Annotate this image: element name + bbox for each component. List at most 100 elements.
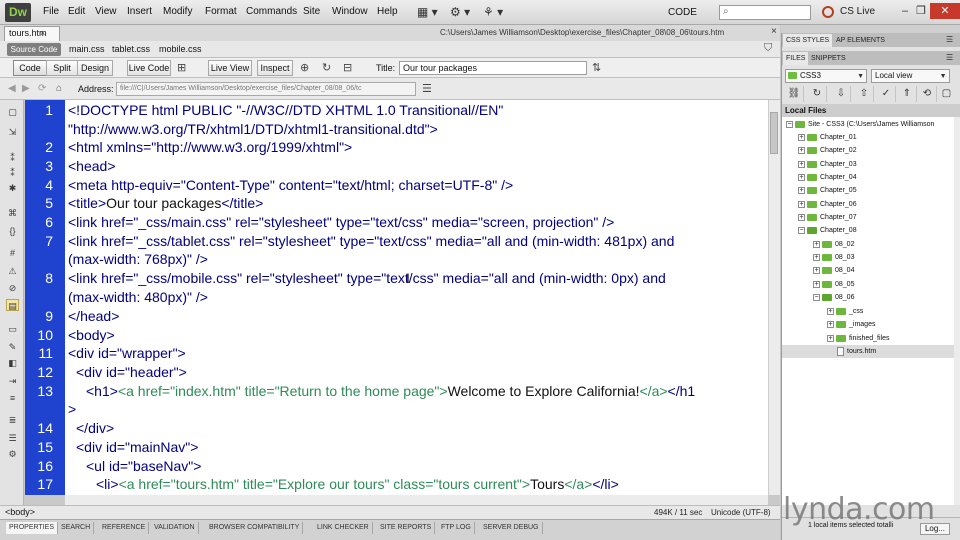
menu-file[interactable]: File bbox=[43, 6, 59, 17]
tree-toggle[interactable]: + bbox=[798, 133, 805, 141]
check-compatibility-icon[interactable]: ⊞ bbox=[177, 61, 186, 74]
vertical-scrollbar[interactable] bbox=[768, 100, 780, 495]
check-in-icon[interactable]: ⇑ bbox=[898, 86, 917, 102]
code-view-button[interactable]: Code bbox=[13, 60, 47, 76]
tree-toggle[interactable]: − bbox=[798, 226, 805, 234]
home-icon[interactable]: ⌂ bbox=[56, 83, 62, 94]
inspect-button[interactable]: Inspect bbox=[257, 60, 293, 76]
document-tab[interactable]: tours.htm bbox=[4, 26, 60, 41]
tree-item[interactable]: − Chapter_08 bbox=[798, 224, 857, 237]
back-icon[interactable]: ◀ bbox=[8, 83, 16, 94]
refresh-icon[interactable]: ↻ bbox=[808, 86, 827, 102]
check-out-icon[interactable]: ✓ bbox=[877, 86, 896, 102]
menu-view[interactable]: View bbox=[95, 6, 117, 17]
layout-icon[interactable]: ▦ ▾ bbox=[417, 5, 438, 20]
tree-toggle[interactable]: + bbox=[827, 334, 834, 342]
tree-toggle[interactable]: − bbox=[786, 120, 793, 128]
tree-toggle[interactable]: + bbox=[813, 253, 820, 261]
related-file-tablet-css[interactable]: tablet.css bbox=[112, 44, 150, 54]
browser-options-icon[interactable]: ☰ bbox=[422, 82, 432, 95]
tab-ftp-log[interactable]: FTP LOG bbox=[438, 522, 475, 534]
tab-site-reports[interactable]: SITE REPORTS bbox=[377, 522, 436, 534]
tree-item[interactable]: +08_02 bbox=[813, 238, 854, 251]
extend-icon[interactable]: ⚘ ▾ bbox=[483, 5, 503, 20]
tree-item[interactable]: +08_03 bbox=[813, 251, 854, 264]
forward-icon[interactable]: ▶ bbox=[22, 83, 30, 94]
tree-item[interactable]: + Chapter_07 bbox=[798, 211, 857, 224]
live-view-button[interactable]: Live View bbox=[208, 60, 252, 76]
page-title-input[interactable]: Our tour packages bbox=[399, 61, 587, 75]
tree-toggle[interactable]: + bbox=[798, 173, 805, 181]
related-file-main-css[interactable]: main.css bbox=[69, 44, 105, 54]
menu-window[interactable]: Window bbox=[332, 6, 368, 17]
refresh-icon[interactable]: ↻ bbox=[322, 61, 331, 74]
tree-toggle[interactable]: + bbox=[798, 160, 805, 168]
tree-toggle[interactable]: + bbox=[813, 280, 820, 288]
tree-toggle[interactable]: + bbox=[798, 200, 805, 208]
tree-item[interactable]: +08_04 bbox=[813, 264, 854, 277]
preview-in-browser-icon[interactable]: ⊕ bbox=[300, 61, 309, 74]
tree-item[interactable]: + Chapter_05 bbox=[798, 184, 857, 197]
tab-css-styles[interactable]: CSS STYLES bbox=[783, 34, 833, 47]
menu-format[interactable]: Format bbox=[205, 6, 237, 17]
tree-toggle[interactable]: + bbox=[827, 320, 834, 328]
tag-selector[interactable]: <body> bbox=[5, 507, 35, 517]
menu-modify[interactable]: Modify bbox=[163, 6, 192, 17]
tab-server-debug[interactable]: SERVER DEBUG bbox=[480, 522, 543, 534]
tab-link-checker[interactable]: LINK CHECKER bbox=[314, 522, 373, 534]
design-view-button[interactable]: Design bbox=[77, 60, 113, 76]
close-document-icon[interactable]: × bbox=[771, 26, 777, 37]
cs-live-button[interactable]: CS Live bbox=[840, 6, 875, 17]
tree-toggle[interactable]: − bbox=[813, 293, 820, 301]
minimize-button[interactable]: – bbox=[898, 5, 912, 17]
filter-icon[interactable]: ⛉ bbox=[764, 42, 772, 55]
address-input[interactable]: file:///C|/Users/James Williamson/Deskto… bbox=[116, 82, 416, 96]
panel-menu-icon[interactable]: ☰ bbox=[946, 35, 953, 44]
tab-validation[interactable]: VALIDATION bbox=[151, 522, 199, 534]
close-window-button[interactable]: ✕ bbox=[930, 3, 960, 19]
menu-help[interactable]: Help bbox=[377, 6, 398, 17]
file-management-icon[interactable]: ⇅ bbox=[592, 61, 601, 74]
close-icon[interactable]: × bbox=[40, 28, 45, 38]
menu-edit[interactable]: Edit bbox=[68, 6, 85, 17]
scrollbar-thumb[interactable] bbox=[770, 112, 778, 154]
tree-toggle[interactable]: + bbox=[798, 146, 805, 154]
tree-toggle[interactable]: + bbox=[827, 307, 834, 315]
tab-ap-elements[interactable]: AP ELEMENTS bbox=[833, 34, 888, 47]
tab-files[interactable]: FILES bbox=[783, 52, 809, 65]
tree-toggle[interactable]: + bbox=[813, 240, 820, 248]
tree-item[interactable]: + _css bbox=[827, 305, 863, 318]
tree-item[interactable]: + _images bbox=[827, 318, 875, 331]
visual-aids-icon[interactable]: ⊟ bbox=[343, 61, 352, 74]
refresh-icon[interactable]: ⟳ bbox=[38, 83, 46, 94]
menu-insert[interactable]: Insert bbox=[127, 6, 152, 17]
tree-item[interactable]: + Chapter_02 bbox=[798, 144, 857, 157]
tree-toggle[interactable]: + bbox=[798, 186, 805, 194]
menu-site[interactable]: Site bbox=[303, 6, 320, 17]
tab-browser-compatibility[interactable]: BROWSER COMPATIBILITY bbox=[206, 522, 304, 534]
tree-toggle[interactable]: + bbox=[798, 213, 805, 221]
menu-commands[interactable]: Commands bbox=[246, 6, 297, 17]
tree-item[interactable]: +08_05 bbox=[813, 278, 854, 291]
tab-properties[interactable]: PROPERTIES bbox=[6, 522, 58, 534]
tree-item[interactable]: − Site - CSS3 (C:\Users\James Williamson bbox=[786, 118, 934, 131]
file-tree-scrollbar[interactable] bbox=[954, 117, 960, 505]
tree-item[interactable]: + finished_files bbox=[827, 332, 889, 345]
gear-icon[interactable]: ⚙ ▾ bbox=[450, 5, 470, 20]
live-code-button[interactable]: Live Code bbox=[127, 60, 171, 76]
workspace-switcher[interactable]: CODE ▾ bbox=[662, 4, 714, 35]
restore-button[interactable]: ❐ bbox=[914, 5, 928, 17]
site-selector[interactable]: CSS3 ▼ bbox=[785, 69, 867, 83]
tree-item[interactable]: + Chapter_03 bbox=[798, 158, 857, 171]
tab-snippets[interactable]: SNIPPETS bbox=[808, 52, 849, 65]
connect-icon[interactable]: ⛓ bbox=[785, 86, 804, 102]
search-input[interactable] bbox=[719, 5, 811, 20]
tree-item-selected[interactable]: tours.htm bbox=[782, 345, 954, 358]
related-file-mobile-css[interactable]: mobile.css bbox=[159, 44, 202, 54]
panel-collapse-bar[interactable] bbox=[781, 25, 960, 33]
tree-item[interactable]: − 08_06 bbox=[813, 291, 854, 304]
tree-toggle[interactable]: + bbox=[813, 266, 820, 274]
show-code-navigator-icon[interactable]: ⇲ bbox=[6, 126, 19, 138]
horizontal-scrollbar[interactable] bbox=[65, 495, 768, 505]
put-files-icon[interactable]: ⇧ bbox=[855, 86, 874, 102]
